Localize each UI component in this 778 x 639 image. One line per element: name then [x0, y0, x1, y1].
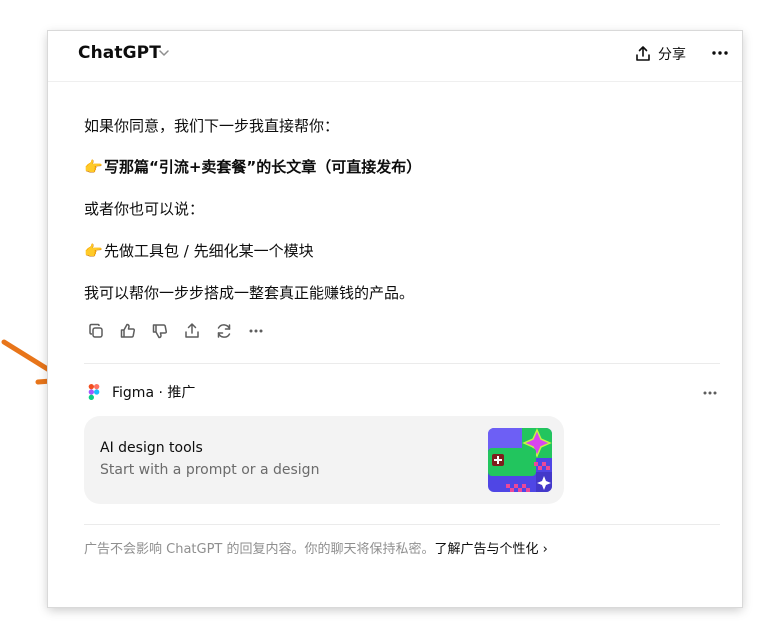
- ad-brand-label[interactable]: Figma · 推广: [112, 382, 195, 402]
- message-line-1: 如果你同意，我们下一步我直接帮你：: [84, 117, 340, 135]
- share-icon: [636, 46, 650, 61]
- thumbs-down-button[interactable]: [148, 319, 172, 343]
- more-icon: [703, 391, 717, 395]
- chat-window: ChatGPT 分享 如果你同意，我们下一步我直接帮你： 👉写那篇“引流+卖套餐…: [48, 31, 742, 607]
- regenerate-button[interactable]: [212, 319, 236, 343]
- divider: [84, 524, 720, 525]
- thumbs-down-icon: [152, 324, 167, 339]
- ad-subtitle: Start with a prompt or a design: [100, 462, 320, 478]
- more-options-button[interactable]: [708, 41, 732, 65]
- ad-title: AI design tools: [100, 440, 203, 456]
- ad-card[interactable]: AI design tools Start with a prompt or a…: [84, 416, 564, 504]
- more-icon: [249, 329, 263, 333]
- message-line-4-text: 先做工具包 / 先细化某一个模块: [104, 242, 314, 260]
- ad-disclaimer-text: 广告不会影响 ChatGPT 的回复内容。你的聊天将保持私密。: [84, 542, 435, 557]
- pointing-hand-icon: 👉: [84, 242, 103, 260]
- message-line-2-text: 写那篇“引流+卖套餐”的长文章（可直接发布）: [104, 158, 422, 176]
- message-line-4: 👉先做工具包 / 先细化某一个模块: [84, 240, 314, 262]
- figma-logo-icon: [88, 384, 100, 400]
- share-icon: [185, 323, 199, 338]
- share-button[interactable]: 分享: [634, 41, 686, 67]
- regenerate-icon: [217, 324, 231, 338]
- message-line-3: 或者你也可以说：: [84, 200, 205, 218]
- message-line-5: 我可以帮你一步步搭成一整套真正能赚钱的产品。: [84, 284, 415, 302]
- ad-header: Figma · 推广: [88, 382, 195, 402]
- copy-button[interactable]: [84, 319, 108, 343]
- ad-more-button[interactable]: [698, 381, 722, 405]
- model-selector-label[interactable]: ChatGPT: [78, 43, 161, 63]
- divider: [84, 363, 720, 364]
- message-actions: [84, 319, 268, 343]
- learn-more-link[interactable]: 了解广告与个性化 ›: [435, 542, 548, 557]
- share-label: 分享: [658, 47, 686, 63]
- more-actions-button[interactable]: [244, 319, 268, 343]
- share-message-button[interactable]: [180, 319, 204, 343]
- ad-disclaimer: 广告不会影响 ChatGPT 的回复内容。你的聊天将保持私密。了解广告与个性化 …: [84, 538, 548, 557]
- thumbs-up-icon: [120, 323, 135, 338]
- thumbs-up-button[interactable]: [116, 319, 140, 343]
- ad-thumbnail-image: [488, 428, 552, 492]
- more-icon: [712, 51, 728, 55]
- chat-header: ChatGPT 分享: [48, 31, 742, 82]
- pointing-hand-icon: 👉: [84, 158, 103, 176]
- message-line-2: 👉写那篇“引流+卖套餐”的长文章（可直接发布）: [84, 156, 421, 178]
- copy-icon: [89, 323, 103, 338]
- chevron-down-icon[interactable]: [157, 46, 171, 60]
